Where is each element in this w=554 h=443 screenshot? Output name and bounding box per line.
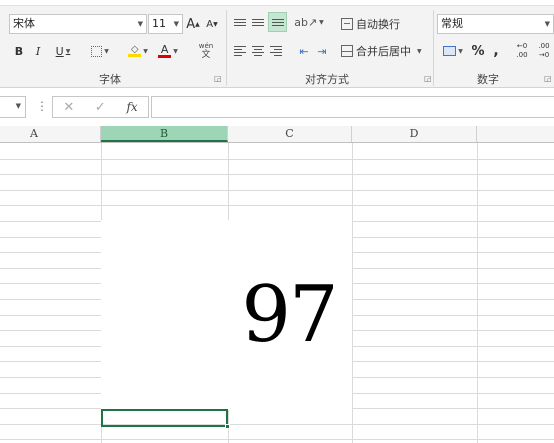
accounting-format-button[interactable]: ▼ [439, 41, 467, 61]
group-divider [433, 10, 434, 86]
align-right-button[interactable] [268, 41, 283, 61]
row-gridline [0, 159, 554, 160]
font-dialog-launcher-icon[interactable]: ◲ [214, 75, 222, 83]
chevron-down-icon: ▼ [143, 47, 148, 55]
formula-input[interactable] [151, 96, 554, 118]
row-gridline [0, 174, 554, 175]
chevron-down-icon: ▼ [65, 47, 71, 55]
increase-indent-button[interactable]: ⇥ [314, 41, 330, 61]
chevron-down-icon: ▼ [137, 20, 143, 28]
picture-number-text: 97 [241, 270, 338, 360]
chevron-down-icon: ▼ [417, 47, 422, 55]
row-gridline [0, 424, 554, 425]
row-gridline [0, 439, 554, 440]
chevron-down-icon: ▼ [104, 47, 109, 55]
wrap-text-button[interactable]: 自动换行 [341, 14, 411, 34]
currency-icon [443, 46, 457, 56]
font-size-value: 11 [152, 17, 166, 30]
align-top-icon [233, 18, 246, 26]
cancel-icon[interactable]: ✕ [63, 100, 74, 115]
number-group-label: 数字 [477, 73, 499, 86]
borders-button[interactable]: ▼ [86, 41, 114, 61]
align-center-button[interactable] [250, 41, 265, 61]
more-options-icon[interactable]: ⋮ [36, 99, 48, 113]
name-box[interactable]: ▼ [0, 96, 26, 118]
underline-button[interactable]: U ▼ [50, 41, 76, 61]
font-color-icon: A [158, 44, 172, 58]
formula-buttons: ✕ ✓ fx [52, 96, 149, 118]
font-group-label: 字体 [99, 73, 121, 86]
fill-color-button[interactable]: ◇ ▼ [124, 41, 152, 61]
shrink-font-button[interactable]: A ▼ [204, 14, 220, 34]
column-header-b[interactable]: B [101, 126, 228, 142]
enter-icon[interactable]: ✓ [95, 100, 106, 115]
align-right-icon [269, 46, 282, 56]
ribbon: 宋体 ▼ 11 ▼ A ▲ A ▼ B I U ▼ ▼ ◇ ▼ A ▼ wén 文 字体… [0, 0, 554, 88]
align-bottom-icon [271, 18, 284, 26]
chevron-down-icon: ▼ [173, 20, 179, 28]
wrap-text-icon [341, 18, 353, 30]
number-format-select[interactable]: 常规 ▼ [437, 14, 554, 34]
column-gridline [477, 143, 478, 443]
bold-button[interactable]: B [12, 41, 26, 61]
font-size-select[interactable]: 11 ▼ [148, 14, 183, 34]
chevron-down-icon: ▼ [458, 47, 463, 55]
group-divider [226, 10, 227, 86]
increase-indent-icon: ⇥ [317, 44, 327, 58]
border-icon [91, 45, 103, 57]
insert-function-icon[interactable]: fx [126, 100, 137, 114]
phonetic-guide-button[interactable]: wén 文 [193, 40, 219, 62]
font-name-select[interactable]: 宋体 ▼ [9, 14, 147, 34]
font-name-value: 宋体 [13, 17, 35, 30]
fill-handle[interactable] [225, 424, 230, 429]
alignment-group-label: 对齐方式 [305, 73, 349, 86]
column-header-c[interactable]: C [228, 126, 352, 142]
align-center-icon [251, 46, 264, 56]
align-left-icon [233, 46, 246, 56]
column-header-a[interactable]: A [0, 126, 101, 142]
ribbon-tab-strip [0, 0, 554, 6]
italic-button[interactable]: I [31, 41, 45, 61]
orientation-button[interactable]: ab↗ ▼ [294, 12, 324, 32]
percent-style-button[interactable]: % [470, 41, 486, 61]
align-middle-icon [251, 18, 264, 26]
decrease-decimal-button[interactable]: .00 →0 [534, 40, 554, 62]
comma-style-button[interactable]: , [489, 41, 503, 61]
top-align-button[interactable] [232, 12, 247, 32]
increase-decimal-button[interactable]: ←0 .00 [512, 40, 532, 62]
row-gridline [0, 205, 554, 206]
column-header-d[interactable]: D [352, 126, 477, 142]
middle-align-button[interactable] [250, 12, 265, 32]
orientation-icon: ab↗ [294, 15, 318, 29]
chevron-down-icon: ▼ [544, 20, 550, 28]
alignment-dialog-launcher-icon[interactable]: ◲ [424, 75, 432, 83]
bottom-align-button[interactable] [268, 12, 287, 32]
chevron-down-icon: ▼ [319, 18, 324, 26]
column-header-e[interactable] [477, 126, 554, 142]
decrease-indent-icon: ⇤ [299, 44, 309, 58]
row-gridline [0, 190, 554, 191]
chevron-down-icon[interactable]: ▼ [16, 102, 21, 110]
merge-cells-icon [341, 45, 353, 57]
column-headers: A B C D [0, 126, 554, 143]
merge-center-button[interactable]: 合并后居中 ▼ [341, 41, 429, 61]
decrease-indent-button[interactable]: ⇤ [296, 41, 312, 61]
font-color-button[interactable]: A ▼ [154, 41, 182, 61]
chevron-down-icon: ▼ [173, 47, 178, 55]
align-left-button[interactable] [232, 41, 247, 61]
number-dialog-launcher-icon[interactable]: ◲ [544, 75, 552, 83]
grow-font-button[interactable]: A ▲ [185, 14, 201, 34]
number-format-value: 常规 [441, 17, 463, 30]
paint-bucket-icon: ◇ [128, 45, 142, 57]
selected-cell[interactable] [101, 409, 228, 427]
